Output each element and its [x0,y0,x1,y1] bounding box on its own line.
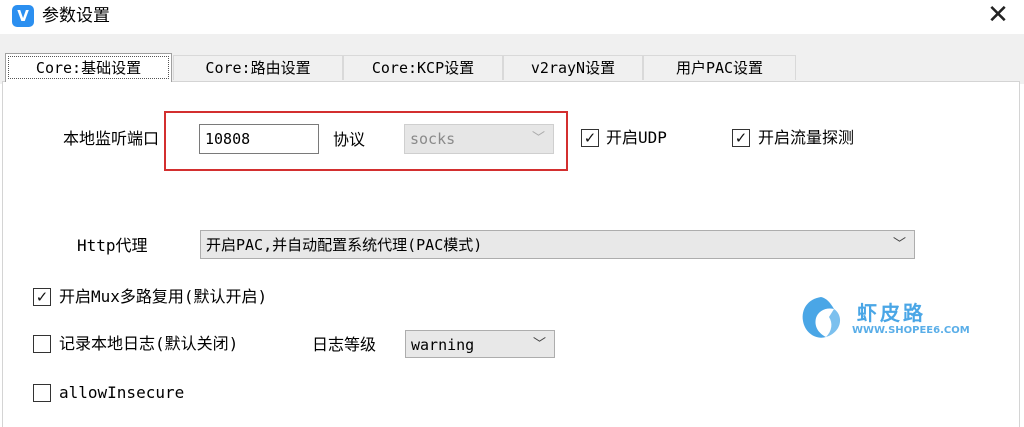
chevron-down-icon: ﹀ [892,237,906,252]
tab-core-basic[interactable]: Core:基础设置 [5,53,172,82]
tab-user-pac[interactable]: 用户PAC设置 [643,55,796,80]
mux-checkbox[interactable]: ✓ [33,288,51,306]
dragon-logo-icon [802,297,841,338]
log-label: 记录本地日志(默认关闭) [59,334,239,353]
udp-label: 开启UDP [606,128,667,147]
tab-core-routing[interactable]: Core:路由设置 [173,55,343,80]
log-checkbox[interactable] [33,335,51,353]
http-proxy-value: 开启PAC,并自动配置系统代理(PAC模式) [206,236,483,254]
sniffing-checkbox[interactable]: ✓ [732,129,750,147]
watermark-url: WWW.SHOPEE6.COM [852,325,970,336]
app-logo-icon: V [12,5,34,27]
mux-label: 开启Mux多路复用(默认开启) [59,287,268,306]
allow-insecure-checkbox[interactable] [33,384,51,402]
log-level-label: 日志等级 [312,335,377,354]
tab-v2rayn[interactable]: v2rayN设置 [503,55,643,80]
http-proxy-label: Http代理 [77,236,148,255]
log-level-select[interactable]: warning ﹀ [405,330,555,358]
chevron-down-icon: ﹀ [532,337,546,352]
log-level-value: warning [411,336,475,354]
http-proxy-select[interactable]: 开启PAC,并自动配置系统代理(PAC模式) ﹀ [200,230,915,259]
close-icon[interactable]: ✕ [984,2,1012,30]
window-title: 参数设置 [42,6,110,26]
title-bar [0,0,1024,34]
tab-core-kcp[interactable]: Core:KCP设置 [343,55,503,80]
sniffing-label: 开启流量探测 [758,128,855,147]
local-port-label: 本地监听端口 [63,129,160,148]
allow-insecure-label: allowInsecure [59,383,185,402]
udp-checkbox[interactable]: ✓ [581,129,599,147]
highlight-box [164,111,568,171]
watermark-title: 虾皮路 [857,301,926,325]
